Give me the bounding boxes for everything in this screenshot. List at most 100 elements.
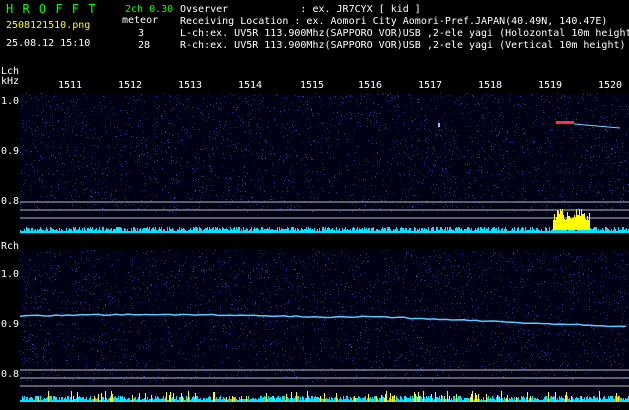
meteor-spike bbox=[181, 393, 182, 402]
meteor-spike bbox=[105, 391, 106, 402]
meteor-spike bbox=[173, 393, 174, 402]
meteor-spike bbox=[456, 394, 457, 402]
meteor-spike bbox=[232, 396, 233, 402]
meteor-spike bbox=[266, 393, 267, 402]
panel-bg bbox=[20, 250, 629, 402]
meteor-spike bbox=[166, 392, 167, 402]
lch-spectrogram bbox=[20, 93, 629, 233]
meteor-spike bbox=[618, 396, 619, 402]
meteor-spike bbox=[475, 393, 476, 402]
meteor-spike bbox=[417, 397, 418, 402]
meteor-spike bbox=[444, 396, 445, 402]
meteor-spike bbox=[151, 395, 152, 402]
meteor-spike bbox=[548, 392, 549, 402]
meteor-spike bbox=[471, 394, 472, 402]
meteor-spike bbox=[441, 395, 442, 402]
rch-label: Rch bbox=[1, 241, 20, 252]
meteor-spike bbox=[38, 397, 39, 402]
meteor-spike bbox=[234, 398, 235, 402]
meteor-spike bbox=[48, 391, 49, 402]
meteor-spike bbox=[419, 396, 420, 402]
time-tick: 1513 bbox=[178, 80, 203, 91]
meteor-spike bbox=[497, 395, 498, 402]
meteor-spike bbox=[110, 398, 111, 402]
meteor-spike bbox=[195, 393, 196, 402]
meteor-spike bbox=[145, 393, 146, 402]
meteor-spike bbox=[376, 396, 377, 402]
lch-ytick-2: 0.9 bbox=[1, 146, 20, 157]
meteor-spike bbox=[226, 397, 227, 402]
meteor-spike bbox=[246, 396, 247, 402]
meteor-spike bbox=[71, 391, 72, 402]
meteor-count-l: 3 bbox=[138, 28, 145, 39]
meteor-spike bbox=[307, 391, 308, 402]
meteor-spike bbox=[506, 398, 507, 402]
meteor-count-r: 28 bbox=[138, 40, 151, 51]
meteor-echo bbox=[556, 121, 574, 124]
meteor-spike bbox=[527, 392, 528, 402]
observer-line: Ovserver : ex. JR7CYX [ kid ] bbox=[180, 4, 421, 15]
rch-config-line: R-ch:ex. UV5R 113.900Mhz(SAPPORO VOR)USB… bbox=[180, 40, 626, 51]
location-line: Receiving Location : ex. Aomori City Aom… bbox=[180, 16, 608, 27]
meteor-spike bbox=[241, 396, 242, 402]
meteor-spike bbox=[355, 398, 356, 402]
meteor-spike bbox=[111, 391, 112, 402]
meteor-spike bbox=[77, 392, 78, 402]
meteor-spike bbox=[98, 394, 99, 402]
meteor-spike bbox=[182, 397, 183, 402]
meteor-spike bbox=[501, 391, 502, 402]
meteor-spike bbox=[530, 396, 531, 402]
meteor-spike bbox=[188, 391, 189, 402]
rch-ytick-1: 1.0 bbox=[1, 269, 20, 280]
lch-ytick-3: 0.8 bbox=[1, 196, 20, 207]
lch-config-line: L-ch:ex. UV5R 113.900Mhz(SAPPORO VOR)USB… bbox=[180, 28, 629, 39]
meteor-spike bbox=[286, 394, 287, 402]
meteor-spike bbox=[499, 397, 500, 402]
meteor-spike bbox=[447, 391, 448, 402]
meteor-spike bbox=[516, 397, 517, 402]
meteor-spike bbox=[392, 396, 393, 402]
rch-ytick-3: 0.8 bbox=[1, 369, 20, 380]
meteor-spike bbox=[320, 396, 321, 402]
panel-bg bbox=[20, 93, 629, 233]
meteor-spike bbox=[390, 393, 391, 402]
meteor-spike bbox=[431, 394, 432, 402]
meteor-spike bbox=[418, 392, 419, 402]
meteor-spike bbox=[169, 395, 170, 402]
meteor-spike bbox=[132, 395, 133, 402]
meteor-spike bbox=[386, 391, 387, 402]
meteor-spike bbox=[336, 393, 337, 402]
meteor-spike bbox=[273, 396, 274, 402]
meteor-spike bbox=[581, 396, 582, 402]
time-tick: 1519 bbox=[538, 80, 563, 91]
meteor-spike bbox=[507, 395, 508, 402]
meteor-spike bbox=[324, 393, 325, 402]
datetime-label: 25.08.12 15:10 bbox=[6, 38, 91, 49]
meteor-spike bbox=[101, 393, 102, 402]
time-tick: 1517 bbox=[418, 80, 443, 91]
time-tick: 1515 bbox=[300, 80, 325, 91]
meteor-spike bbox=[435, 392, 436, 402]
meteor-spike bbox=[94, 396, 95, 402]
meteor-spike bbox=[449, 396, 450, 402]
time-tick: 1514 bbox=[238, 80, 263, 91]
meteor-spike bbox=[414, 392, 415, 402]
meteor-spike bbox=[296, 392, 297, 402]
meteor-spike bbox=[121, 397, 122, 402]
meteor-spike bbox=[381, 395, 382, 402]
rch-ytick-2: 0.9 bbox=[1, 319, 20, 330]
meteor-spike bbox=[368, 394, 369, 402]
time-tick: 1511 bbox=[58, 80, 83, 91]
echo-dot bbox=[438, 123, 440, 127]
time-tick: 1520 bbox=[598, 80, 623, 91]
meteor-spike bbox=[565, 395, 566, 402]
time-tick: 1512 bbox=[118, 80, 143, 91]
meteor-spike bbox=[405, 398, 406, 402]
filename-label: 2508121510.png bbox=[6, 20, 91, 31]
meteor-spike bbox=[478, 394, 479, 402]
meteor-spike bbox=[170, 392, 171, 402]
meteor-spike bbox=[616, 393, 617, 402]
meteor-spike bbox=[486, 394, 487, 402]
meteor-label: meteor bbox=[122, 15, 159, 26]
meteor-spike bbox=[470, 397, 471, 402]
